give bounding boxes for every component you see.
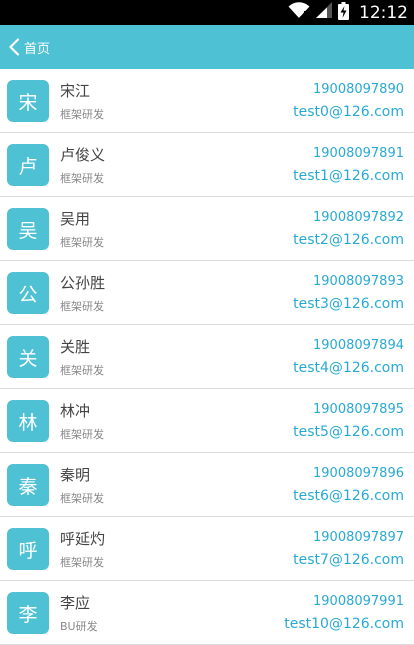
contact-department: BU研发 [60,620,98,633]
contact-phone[interactable]: 19008097895 [313,402,404,417]
contact-row[interactable]: 关 关胜 框架研发 19008097894 test4@126.com [0,325,414,389]
contact-email[interactable]: test5@126.com [293,424,404,440]
contact-department: 框架研发 [60,172,104,185]
contact-row[interactable]: 公 公孙胜 框架研发 19008097893 test3@126.com [0,261,414,325]
contact-row[interactable]: 卢 卢俊义 框架研发 19008097891 test1@126.com [0,133,414,197]
contact-department: 框架研发 [60,556,104,569]
signal-icon [316,2,332,23]
contact-department: 框架研发 [60,300,104,313]
contact-phone[interactable]: 19008097890 [313,82,404,97]
chevron-left-icon [8,38,20,56]
contact-email[interactable]: test1@126.com [293,168,404,184]
contact-name: 公孙胜 [60,274,106,292]
contact-row[interactable]: 林 林冲 框架研发 19008097895 test5@126.com [0,389,414,453]
contact-email[interactable]: test10@126.com [284,616,404,632]
contact-row[interactable]: 吴 吴用 框架研发 19008097892 test2@126.com [0,197,414,261]
header-bar: 首页 [0,25,414,69]
avatar: 吴 [7,208,49,250]
contact-name: 关胜 [60,338,91,356]
contact-phone[interactable]: 19008097991 [313,594,404,609]
contact-name: 宋江 [60,82,91,100]
clock: 12:12 [359,2,408,23]
contact-name: 秦明 [60,466,91,484]
contact-row[interactable]: 秦 秦明 框架研发 19008097896 test6@126.com [0,453,414,517]
avatar: 林 [7,400,49,442]
contact-name: 呼延灼 [60,530,106,548]
avatar: 关 [7,336,49,378]
battery-charging-icon [338,1,349,24]
back-button[interactable]: 首页 [8,38,50,57]
contact-phone[interactable]: 19008097891 [313,146,404,161]
contact-email[interactable]: test0@126.com [293,104,404,120]
contact-email[interactable]: test6@126.com [293,488,404,504]
status-icons: 12:12 [288,0,408,25]
contact-phone[interactable]: 19008097894 [313,338,404,353]
wifi-icon [288,2,310,23]
contact-email[interactable]: test4@126.com [293,360,404,376]
contact-department: 框架研发 [60,364,104,377]
contact-row[interactable]: 李 李应 BU研发 19008097991 test10@126.com [0,581,414,645]
avatar: 宋 [7,80,49,122]
avatar: 公 [7,272,49,314]
back-label: 首页 [24,41,51,57]
contact-phone[interactable]: 19008097897 [313,530,404,545]
contact-row[interactable]: 宋 宋江 框架研发 19008097890 test0@126.com [0,69,414,133]
contact-row[interactable]: 呼 呼延灼 框架研发 19008097897 test7@126.com [0,517,414,581]
contact-name: 林冲 [60,402,91,420]
contact-phone[interactable]: 19008097893 [313,274,404,289]
contact-name: 李应 [60,594,91,612]
contact-department: 框架研发 [60,108,104,121]
contact-department: 框架研发 [60,428,104,441]
contact-email[interactable]: test2@126.com [293,232,404,248]
contact-list: 宋 宋江 框架研发 19008097890 test0@126.com 卢 卢俊… [0,69,414,645]
contact-name: 吴用 [60,210,91,228]
avatar: 卢 [7,144,49,186]
contact-department: 框架研发 [60,236,104,249]
contact-phone[interactable]: 19008097892 [313,210,404,225]
contact-department: 框架研发 [60,492,104,505]
contact-email[interactable]: test7@126.com [293,552,404,568]
avatar: 李 [7,592,49,634]
status-bar: 12:12 [0,0,414,25]
avatar: 秦 [7,464,49,506]
contact-phone[interactable]: 19008097896 [313,466,404,481]
contact-name: 卢俊义 [60,146,106,164]
contact-email[interactable]: test3@126.com [293,296,404,312]
avatar: 呼 [7,528,49,570]
